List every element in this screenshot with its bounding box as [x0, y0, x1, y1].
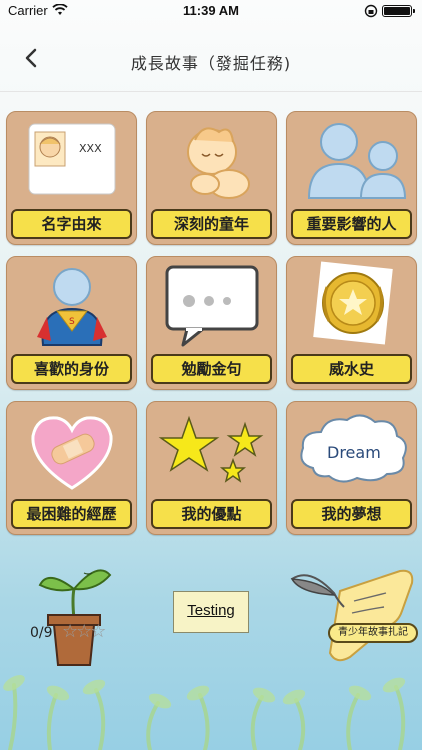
speech-bubble-icon — [165, 265, 259, 347]
quill-scroll-icon[interactable] — [290, 561, 420, 671]
rotation-lock-icon — [364, 4, 378, 18]
tile-favorite-identity[interactable]: S 喜歡的身份 — [6, 256, 137, 390]
dream-cloud-icon: Dream — [300, 414, 407, 483]
tile-label: 喜歡的身份 — [11, 354, 132, 384]
superhero-icon: S — [37, 268, 107, 346]
tile-glory-history[interactable]: 威水史 — [286, 256, 417, 390]
tile-name-origin[interactable]: XXX 名字由來 — [6, 111, 137, 245]
star-empty-icon: ☆ — [62, 621, 78, 642]
testing-button[interactable]: Testing — [173, 591, 249, 633]
tile-my-strengths[interactable]: 我的優點 — [146, 401, 277, 535]
clock: 11:39 AM — [183, 3, 239, 18]
tile-my-dream[interactable]: Dream 我的夢想 — [286, 401, 417, 535]
star-empty-icon: ☆ — [90, 621, 106, 642]
navigation-bar: 成長故事（發掘任務) — [0, 22, 422, 92]
dream-text: Dream — [327, 443, 381, 462]
tile-label: 我的優點 — [151, 499, 272, 529]
tile-label: 名字由來 — [11, 209, 132, 239]
name-card-icon: XXX — [28, 123, 116, 195]
bandaged-heart-icon — [31, 416, 113, 490]
medal-icon — [313, 261, 393, 345]
rating-stars: ☆☆☆ — [62, 621, 106, 642]
battery-icon — [382, 5, 415, 17]
status-bar: Carrier 11:39 AM — [0, 0, 422, 22]
plant-pot-icon — [38, 569, 112, 666]
tile-childhood[interactable]: 深刻的童年 — [146, 111, 277, 245]
page-title: 成長故事（發掘任務) — [130, 54, 292, 73]
svg-text:S: S — [69, 317, 75, 327]
tile-label: 重要影響的人 — [291, 209, 412, 239]
star-empty-icon: ☆ — [76, 621, 92, 642]
tile-hardest-experience[interactable]: 最困難的經歷 — [6, 401, 137, 535]
stars-icon — [158, 415, 264, 483]
tile-label: 深刻的童年 — [151, 209, 272, 239]
name-card-text: XXX — [79, 142, 102, 155]
progress-counter: 0/9 — [30, 625, 53, 641]
baby-icon — [187, 127, 250, 199]
tile-label: 威水史 — [291, 354, 412, 384]
people-icon — [307, 123, 407, 199]
tile-label: 我的夢想 — [291, 499, 412, 529]
tile-label: 勉勵金句 — [151, 354, 272, 384]
journal-label[interactable]: 青少年故事扎記 — [328, 623, 418, 643]
tile-influential-people[interactable]: 重要影響的人 — [286, 111, 417, 245]
tile-encouraging-quote[interactable]: 勉勵金句 — [146, 256, 277, 390]
tile-label: 最困難的經歷 — [11, 499, 132, 529]
bottom-section: 0/9 ☆☆☆ Testing 青少年故事扎記 — [0, 555, 422, 750]
